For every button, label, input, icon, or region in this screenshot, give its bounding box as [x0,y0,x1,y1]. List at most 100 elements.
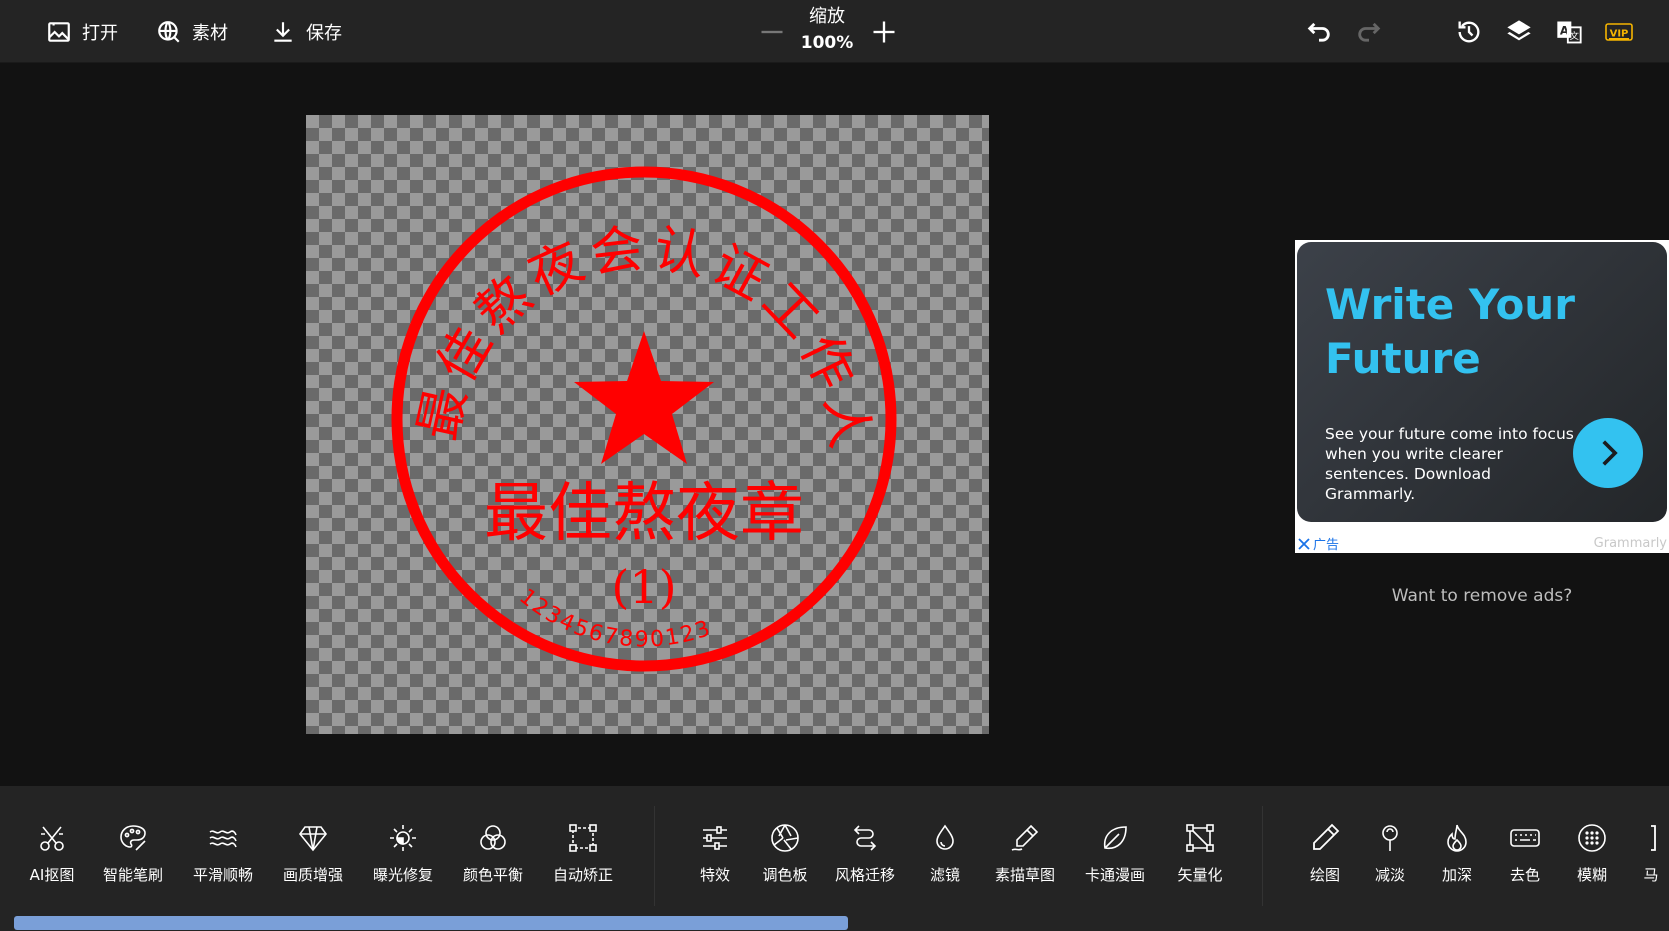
tool-smooth[interactable]: 平滑顺畅 [188,822,258,900]
redo-button[interactable] [1353,16,1385,48]
tools-bar: AI抠图 智能笔刷 平滑顺畅 画质增强 曝光修复 颜色平衡 自动矫正 特效 调色… [0,786,1669,931]
star-icon [574,331,714,464]
leaf-icon [1103,826,1127,850]
tool-sketch[interactable]: 素描草图 [990,822,1060,900]
tool-smart-brush[interactable]: 智能笔刷 [98,822,168,900]
ad-close[interactable]: 广告 [1297,534,1339,553]
palette-brush-icon [120,825,146,851]
chevron-right-icon [1602,440,1618,466]
tool-enhance[interactable]: 画质增强 [278,822,348,900]
remove-ads-link[interactable]: Want to remove ads? [1295,586,1669,606]
ad-panel[interactable]: Write Your Future See your future come i… [1295,240,1669,553]
layers-button[interactable] [1503,16,1535,48]
crop-frame-icon [569,824,597,852]
plus-icon [873,21,895,43]
vip-button[interactable]: VIP [1603,16,1635,48]
tool-label: 卡通漫画 [1084,866,1145,884]
tool-label: 素描草图 [994,866,1055,884]
diamond-icon [298,826,328,852]
tool-label: 矢量化 [1177,866,1223,884]
translate-icon: A文 [1557,21,1582,44]
tool-auto-correct[interactable]: 自动矫正 [548,822,618,900]
tool-label: 颜色平衡 [462,866,523,884]
lollipop-icon [1382,825,1398,851]
tool-filter[interactable]: 滤镜 [920,822,970,900]
save-button[interactable]: 保存 [270,16,342,48]
mosaic-icon [1651,825,1656,851]
tool-label: 平滑顺畅 [192,866,253,884]
tool-label: 智能笔刷 [102,866,163,884]
tool-label: 减淡 [1374,866,1405,884]
vip-icon: VIP [1605,23,1633,41]
undo-icon [1307,22,1330,42]
ad-title: Write Your Future [1325,280,1575,383]
tool-label: 模糊 [1576,866,1607,884]
transfer-icon [853,825,877,851]
globe-search-icon [158,21,180,43]
open-button[interactable]: 打开 [46,16,118,48]
drop-icon [936,824,954,850]
image-icon [46,19,70,42]
tool-dodge[interactable]: 减淡 [1365,822,1415,900]
vector-icon [1186,824,1214,852]
color-circles-icon [480,825,506,850]
flame-icon [1447,824,1467,852]
zoom-indicator: 缩放 100% [795,4,859,56]
close-icon [1298,537,1310,550]
tool-label: 去色 [1509,866,1540,884]
keyboard-icon [1510,829,1540,847]
tool-vectorize[interactable]: 矢量化 [1170,822,1230,900]
svg-text:文: 文 [1570,30,1579,42]
tool-label: 加深 [1441,866,1472,884]
tool-ai-cutout[interactable]: AI抠图 [22,822,82,900]
tool-label: AI抠图 [29,866,75,884]
tool-label: 马 [1643,866,1659,884]
assets-button[interactable]: 素材 [156,16,228,48]
tool-effects[interactable]: 特效 [690,822,740,900]
scissors-icon [40,826,64,851]
redo-icon [1358,22,1381,42]
tool-draw[interactable]: 绘图 [1300,822,1350,900]
tool-exposure[interactable]: 曝光修复 [368,822,438,900]
waves-icon [209,830,237,848]
ad-brand: Grammarly [1593,536,1667,551]
history-button[interactable] [1453,16,1485,48]
undo-button[interactable] [1303,16,1335,48]
zoom-in-button[interactable] [868,16,900,48]
tool-palette[interactable]: 调色板 [755,822,815,900]
zoom-value: 100% [800,33,854,53]
tool-cartoon[interactable]: 卡通漫画 [1080,822,1150,900]
ad-arrow-button[interactable] [1573,418,1643,488]
sun-icon [390,825,416,851]
tool-label: 曝光修复 [372,866,433,884]
tool-color-balance[interactable]: 颜色平衡 [458,822,528,900]
tool-blur[interactable]: 模糊 [1567,822,1617,900]
tools-scrollbar[interactable] [14,916,848,930]
pencil-sketch-icon [1011,824,1039,851]
image-canvas[interactable]: 最佳熬夜会认证工作人 最佳熬夜章 (1) 1234567890123 [306,115,989,734]
divider [654,806,655,906]
save-label: 保存 [306,23,342,44]
tool-burn[interactable]: 加深 [1432,822,1482,900]
download-icon [274,22,292,42]
history-icon [1458,21,1480,43]
stamp-sub-text: (1) [611,560,676,614]
ad-card[interactable]: Write Your Future See your future come i… [1297,242,1667,522]
minus-icon [761,30,783,34]
aperture-icon [771,824,799,852]
tool-desaturate[interactable]: 去色 [1500,822,1550,900]
tool-label: 自动矫正 [552,866,613,884]
translate-button[interactable]: A文 [1553,16,1585,48]
stamp-image: 最佳熬夜会认证工作人 最佳熬夜章 (1) 1234567890123 [391,166,897,672]
assets-label: 素材 [192,23,228,44]
tool-label: 绘图 [1309,866,1340,884]
blur-dots-icon [1578,824,1606,852]
tool-label: 调色板 [762,866,808,884]
sliders-icon [703,826,727,850]
tool-label: 风格迁移 [834,866,895,884]
tool-mosaic[interactable]: 马 [1636,822,1666,900]
zoom-out-button[interactable] [756,16,788,48]
zoom-label: 缩放 [809,6,845,27]
open-label: 打开 [82,23,118,44]
tool-style-transfer[interactable]: 风格迁移 [830,822,900,900]
